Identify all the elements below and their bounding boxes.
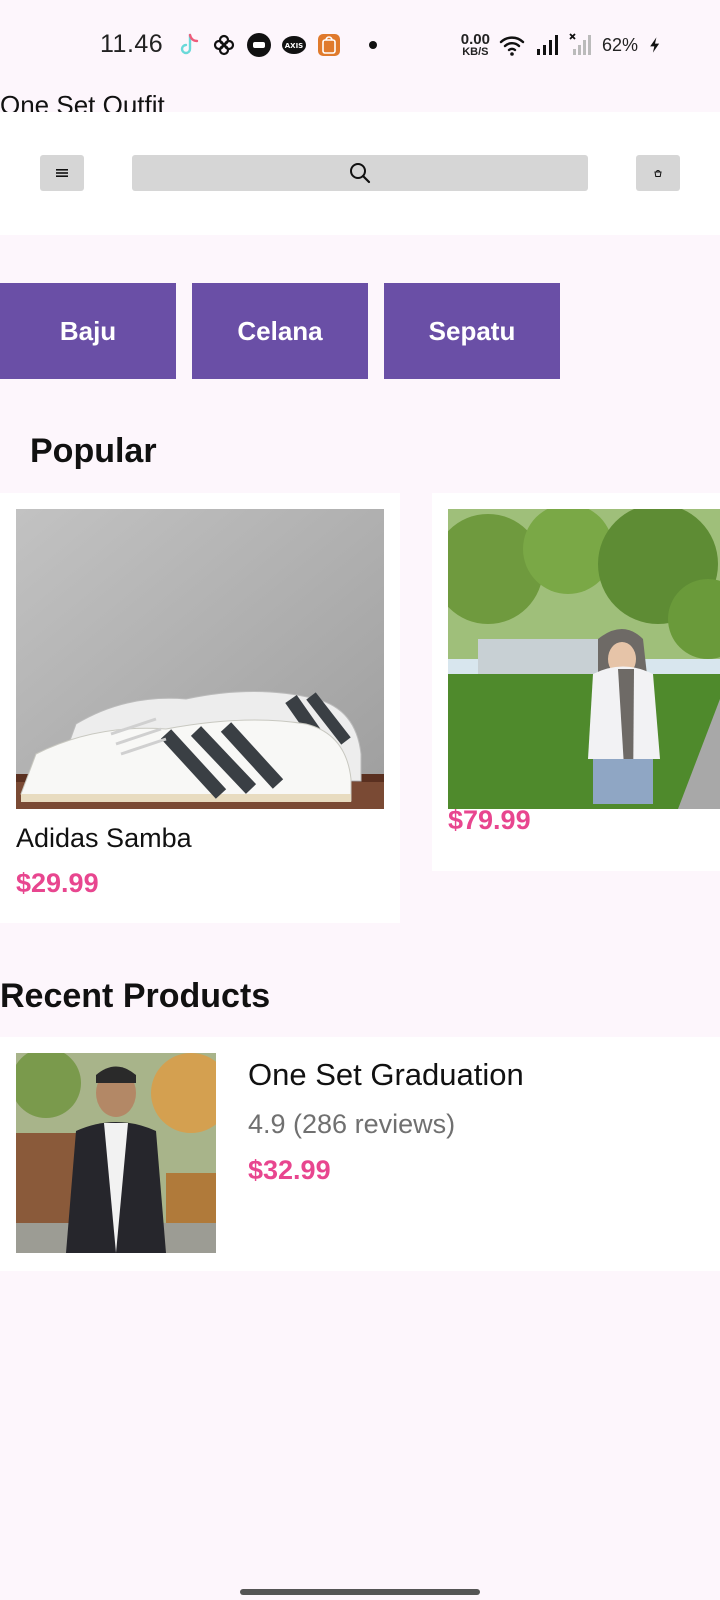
toolbar [0,112,720,235]
tiktok-icon [180,33,199,55]
menu-icon [56,169,68,177]
app-icon [247,33,271,57]
home-indicator[interactable] [240,1589,480,1595]
more-notifications-dot [369,41,377,49]
notification-icons: AXIS [176,30,377,60]
product-price: $79.99 [448,805,531,835]
battery-percentage: 62% [601,34,638,55]
shopee-icon [318,34,340,56]
product-name: Adidas Samba [16,823,192,853]
signal-icon [536,35,558,55]
status-bar: 11.46 AXIS 0.00 KB/S 62% [0,0,720,90]
net-speed-value: 0.00 [460,31,490,48]
product-image [16,509,384,809]
system-icons: 0.00 KB/S 62% [461,30,664,60]
pinwheel-icon [213,34,235,56]
popular-heading: Popular [30,432,157,470]
product-image [448,509,720,809]
product-rating: 4.9 (286 reviews) [248,1109,456,1139]
charging-icon [650,37,660,53]
popular-card[interactable]: $79.99 [432,493,720,871]
axis-icon: AXIS [282,36,306,54]
search-icon [350,163,371,184]
category-sepatu[interactable]: Sepatu [384,283,560,379]
cart-button[interactable] [636,155,680,191]
product-price: $29.99 [16,868,99,898]
product-price: $32.99 [248,1155,331,1185]
cart-icon [654,170,662,177]
product-name: One Set Graduation [248,1057,524,1092]
svg-text:AXIS: AXIS [285,42,303,50]
recent-products-heading: Recent Products [0,977,271,1015]
category-celana[interactable]: Celana [192,283,368,379]
signal-off-icon [569,33,591,55]
category-row: Baju Celana Sepatu [0,283,720,379]
category-baju[interactable]: Baju [0,283,176,379]
menu-button[interactable] [40,155,84,191]
recent-product-item[interactable]: One Set Graduation 4.9 (286 reviews) $32… [0,1037,720,1271]
search-field[interactable] [132,155,588,191]
product-image [16,1053,216,1253]
status-time: 11.46 [100,30,164,58]
net-speed-unit: KB/S [462,46,489,58]
network-speed: 0.00 KB/S [461,32,490,58]
wifi-icon [499,36,525,56]
popular-card[interactable]: Adidas Samba $29.99 [0,493,400,923]
